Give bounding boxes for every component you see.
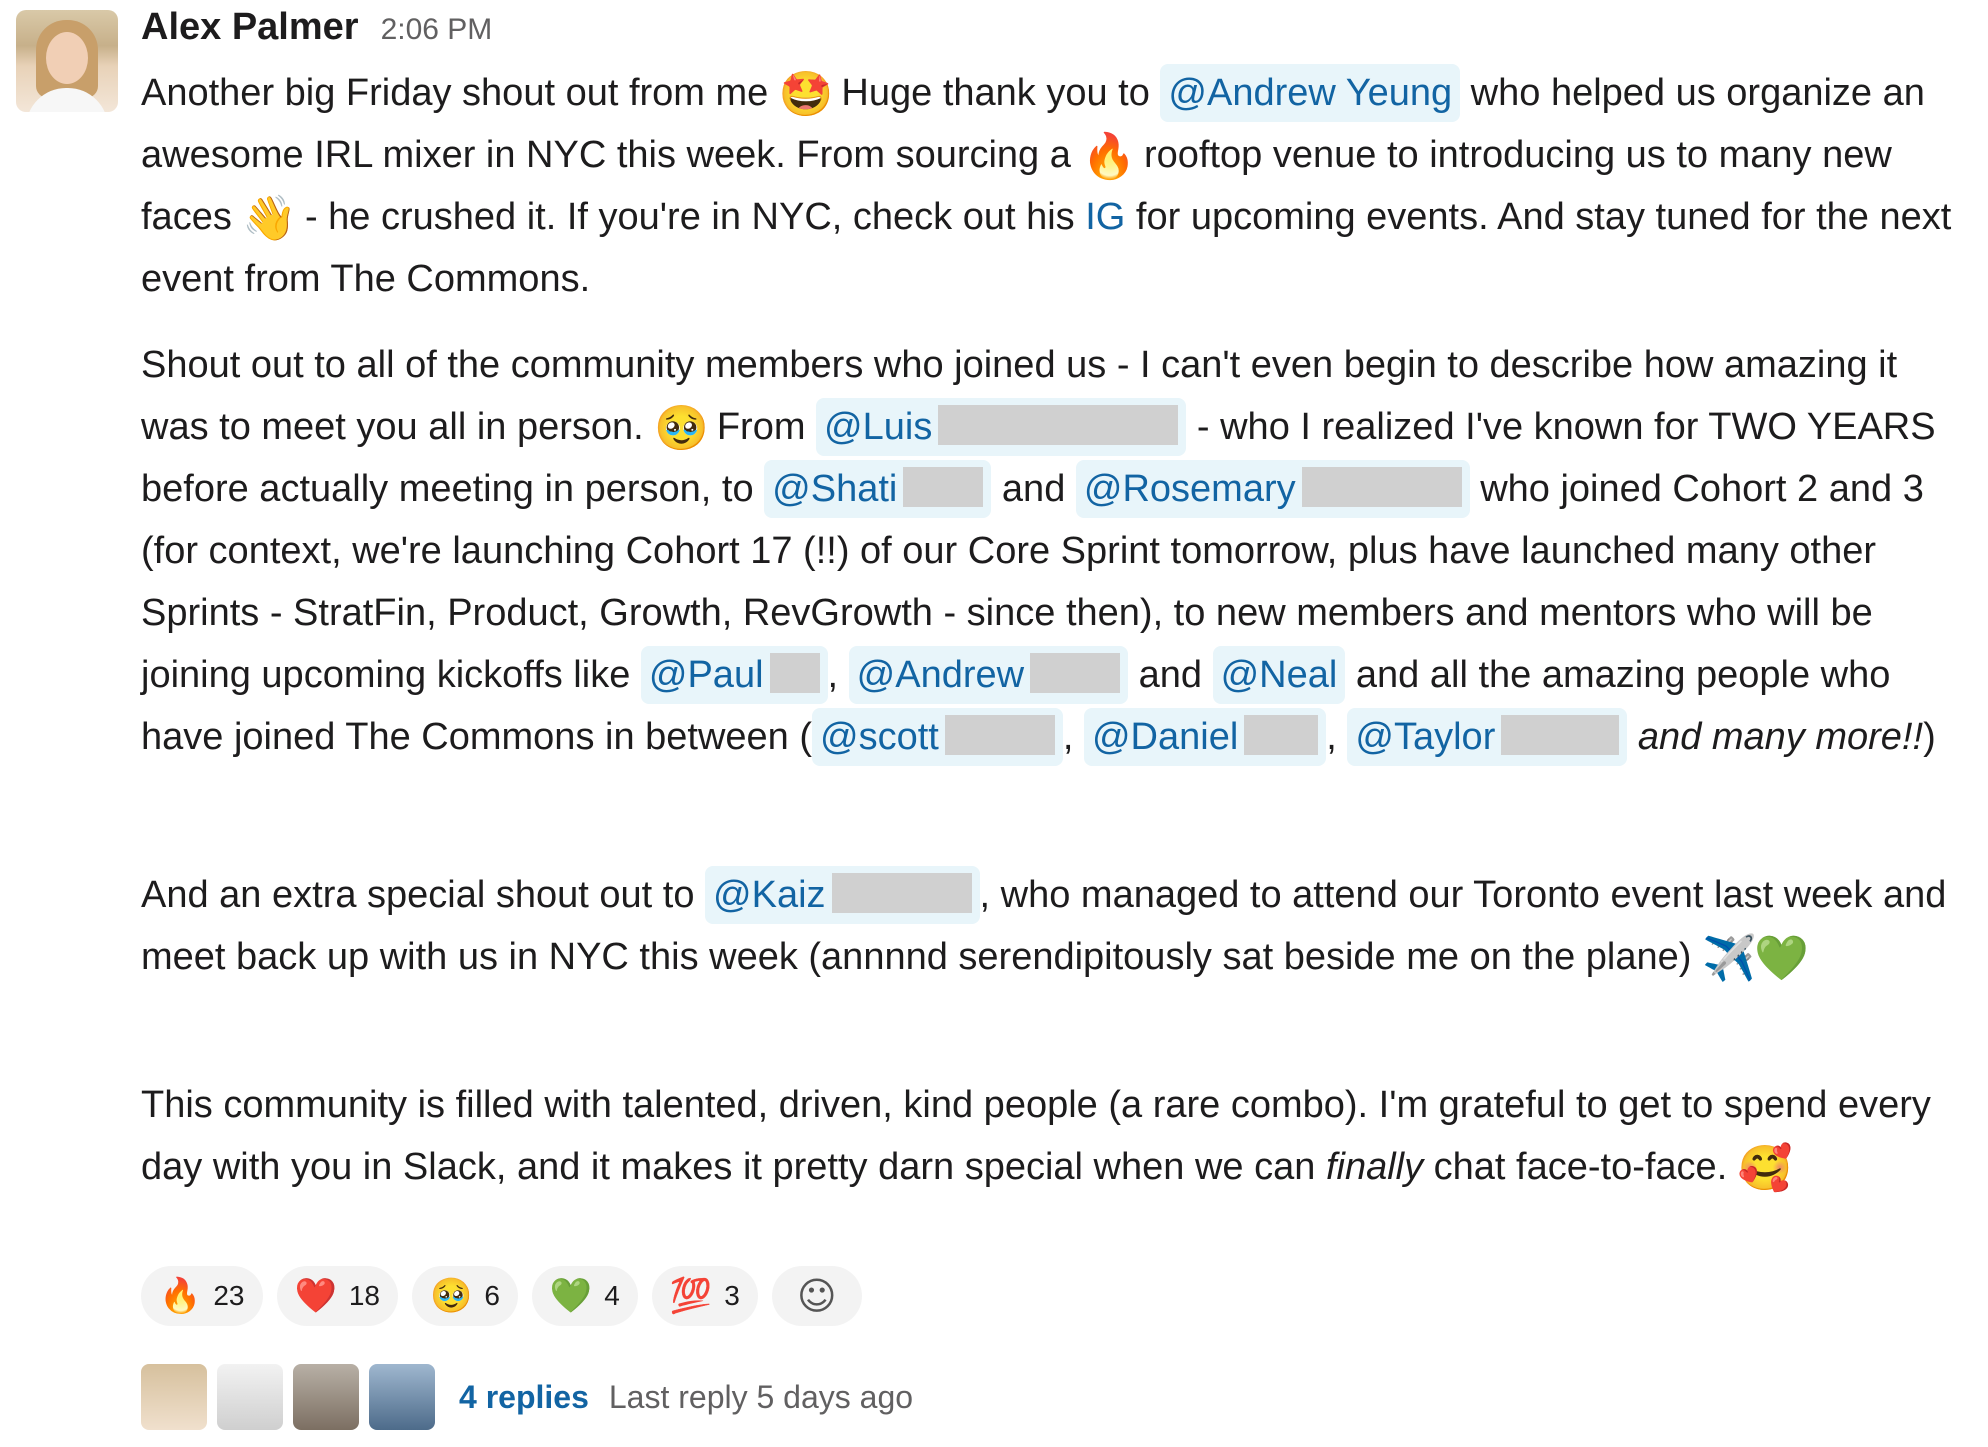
mention-shati[interactable]: @Shati [764,460,992,518]
airplane-emoji: ✈️ [1701,933,1757,984]
separator: , [1326,716,1337,758]
mention-paul[interactable]: @Paul [640,646,828,704]
reaction-count: 18 [348,1280,380,1311]
redacted-name [1030,653,1121,693]
avatar-face [46,32,88,84]
fire-emoji: 🔥 [1081,131,1137,182]
text: From [716,406,806,448]
mention-neal[interactable]: @Neal [1212,646,1346,704]
reply-avatar [217,1364,283,1430]
replies-link[interactable]: 4 replies [459,1379,589,1416]
message: Alex Palmer 2:06 PM Another big Friday s… [0,0,1988,1447]
mention-luis[interactable]: @Luis [816,398,1187,456]
mention-andrew-label: @Andrew [856,654,1025,696]
pleading-face-emoji: 🥹 [654,403,710,454]
redacted-name [944,715,1055,755]
redacted-name [831,873,972,913]
text: Huge thank you to [841,72,1150,114]
mention-luis-label: @Luis [824,406,933,448]
redacted-name [938,405,1179,445]
mention-daniel[interactable]: @Daniel [1083,708,1327,766]
reaction-fire[interactable]: 🔥 23 [141,1266,263,1326]
redacted-name [769,653,820,693]
add-emoji-icon: ☺ [796,1274,837,1318]
redacted-name [1301,467,1462,507]
text: ) [1923,716,1936,758]
message-timestamp[interactable]: 2:06 PM [381,13,493,47]
reaction-count: 4 [604,1280,620,1311]
reaction-count: 23 [213,1280,245,1311]
redacted-name [903,467,984,507]
mention-scott[interactable]: @scott [812,708,1063,766]
reply-avatar [141,1364,207,1430]
ig-link[interactable]: IG [1085,196,1125,238]
italic-text: finally [1325,1146,1424,1188]
green-heart-emoji: 💚 [1753,933,1809,984]
text: And an extra special shout out to [141,874,695,916]
reply-avatar [293,1364,359,1430]
redacted-name [1244,715,1319,755]
thread-summary[interactable]: 4 replies Last reply 5 days ago [141,1362,913,1432]
fire-icon: 🔥 [159,1276,202,1316]
smiling-face-with-hearts-emoji: 🥰 [1737,1143,1793,1194]
mention-rosemary-label: @Rosemary [1083,468,1296,510]
message-paragraph-1: Another big Friday shout out from me 🤩 H… [141,62,1971,310]
mention-shati-label: @Shati [772,468,898,510]
mention-paul-label: @Paul [648,654,764,696]
mention-taylor-label: @Taylor [1355,716,1496,758]
message-paragraph-3: And an extra special shout out to @Kaiz,… [141,864,1971,988]
reply-avatar [369,1364,435,1430]
reaction-heart[interactable]: ❤️ 18 [276,1266,398,1326]
reaction-count: 3 [724,1280,740,1311]
mention-rosemary[interactable]: @Rosemary [1075,460,1470,518]
last-reply-time: Last reply 5 days ago [608,1378,914,1415]
heart-icon: ❤️ [294,1276,337,1316]
pleading-face-icon: 🥹 [430,1276,473,1316]
add-reaction-button[interactable]: ☺ [771,1266,862,1326]
waving-hand-emoji: 👋 [242,193,298,244]
text: - he crushed it. If you're in NYC, check… [304,196,1075,238]
reaction-count: 6 [484,1280,500,1311]
reactions-bar: 🔥 23 ❤️ 18 🥹 6 💚 4 💯 3 ☺ [141,1266,862,1326]
italic-text: and many more!! [1637,716,1924,758]
reaction-hundred[interactable]: 💯 3 [651,1266,758,1326]
mention-taylor[interactable]: @Taylor [1347,708,1628,766]
text: and [1138,654,1203,696]
reaction-pleading-face[interactable]: 🥹 6 [412,1266,518,1326]
mention-daniel-label: @Daniel [1091,716,1239,758]
separator: , [1062,716,1074,758]
mention-andrew-yeung[interactable]: @Andrew Yeung [1160,64,1461,122]
mention-andrew[interactable]: @Andrew [848,646,1129,704]
star-struck-emoji: 🤩 [778,69,834,120]
text: and [1001,468,1066,510]
sender-name[interactable]: Alex Palmer [141,6,359,49]
mention-kaiz-label: @Kaiz [713,874,826,916]
text: Another big Friday shout out from me [141,72,769,114]
sender-avatar[interactable] [16,10,118,112]
message-paragraph-2: Shout out to all of the community member… [141,334,1971,768]
hundred-points-icon: 💯 [669,1276,713,1316]
redacted-name [1501,715,1620,755]
message-header: Alex Palmer 2:06 PM [141,6,492,62]
mention-scott-label: @scott [820,716,939,758]
reaction-green-heart[interactable]: 💚 4 [531,1266,638,1326]
text: chat face-to-face. [1433,1146,1728,1188]
mention-kaiz[interactable]: @Kaiz [705,866,980,924]
message-paragraph-4: This community is filled with talented, … [141,1074,1971,1198]
green-heart-icon: 💚 [549,1276,593,1316]
separator: , [827,654,839,696]
